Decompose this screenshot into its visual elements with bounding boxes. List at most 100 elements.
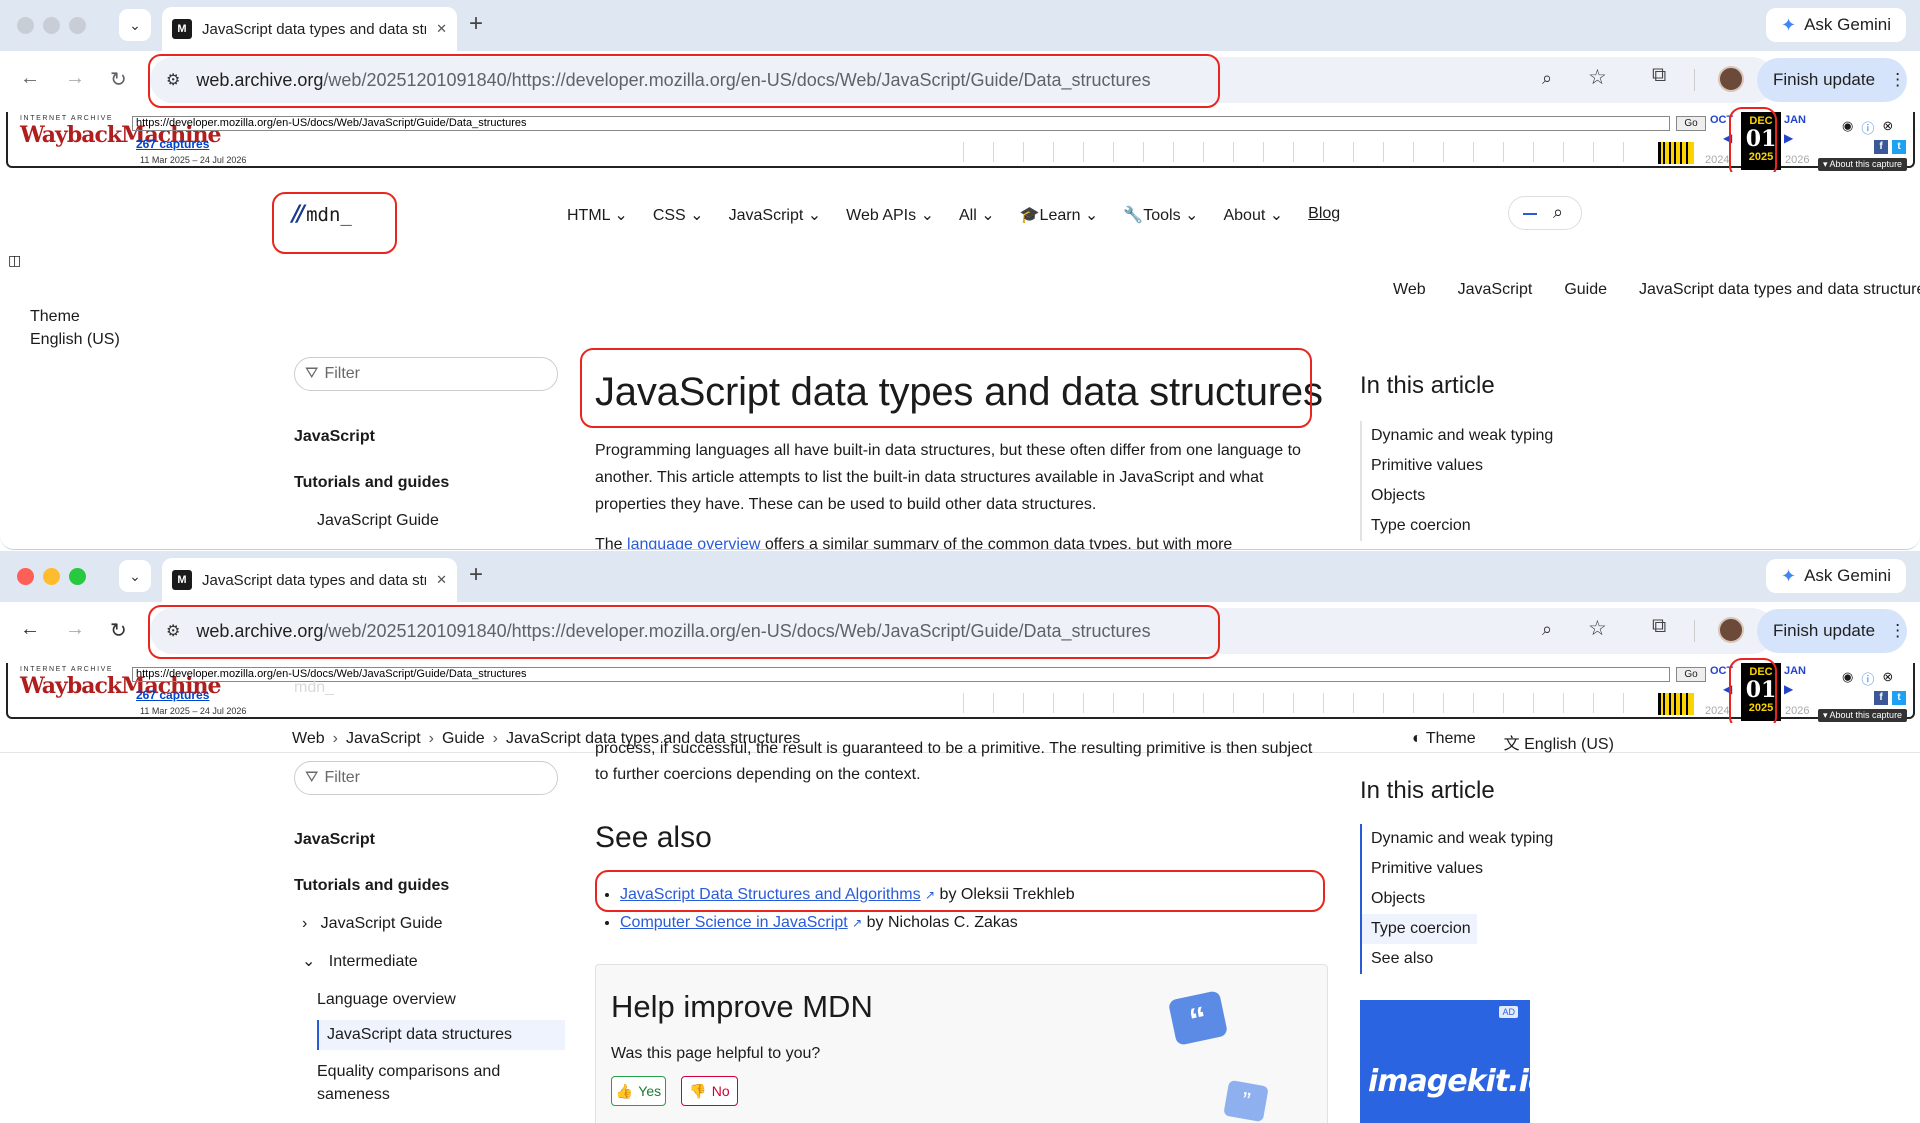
captures-link[interactable]: 267 captures [136, 688, 209, 702]
see-also-link-1[interactable]: JavaScript Data Structures and Algorithm… [620, 886, 921, 903]
breadcrumb-javascript[interactable]: JavaScript [1458, 281, 1533, 299]
forward-arrow-icon[interactable]: → [65, 67, 85, 90]
wayback-go-button[interactable]: Go [1676, 116, 1706, 131]
breadcrumb-current[interactable]: JavaScript data types and data structure… [1639, 281, 1920, 299]
sidebar-section[interactable]: Tutorials and guides [294, 876, 565, 896]
extensions-icon[interactable]: ⧉ [1652, 615, 1666, 638]
toc-item-current[interactable]: Type coercion [1362, 914, 1477, 944]
sidebar-section[interactable]: Tutorials and guides [294, 473, 449, 493]
sidebar-filter-input[interactable]: ⛛ Filter [294, 357, 558, 391]
close-window-button[interactable] [17, 568, 34, 585]
close-icon[interactable]: ⊗ [1882, 669, 1893, 688]
see-also-link-2[interactable]: Computer Science in JavaScript [620, 914, 848, 931]
sidebar-item-data-structures[interactable]: JavaScript data structures [317, 1020, 565, 1050]
toc-item[interactable]: Type coercion [1362, 511, 1560, 541]
twitter-icon[interactable]: t [1892, 691, 1906, 705]
prev-capture-arrow-icon[interactable]: ◀ [1723, 682, 1732, 696]
sidebar-item-guide[interactable]: JavaScript Guide [317, 511, 449, 531]
finish-update-button[interactable]: Finish update ⋮ [1757, 58, 1907, 102]
wayback-logo[interactable]: INTERNET ARCHIVE WaybackMachine [20, 666, 221, 698]
nav-css[interactable]: CSS ⌄ [653, 205, 704, 225]
toc-item[interactable]: Objects [1362, 481, 1560, 511]
capture-sparkline[interactable] [1658, 142, 1694, 164]
theme-switcher[interactable]: ◐ Theme [1412, 730, 1476, 754]
twitter-icon[interactable]: t [1892, 140, 1906, 154]
nav-web-apis[interactable]: Web APIs ⌄ [846, 205, 934, 225]
prev-year[interactable]: 2024 [1705, 154, 1729, 166]
facebook-icon[interactable]: f [1874, 691, 1888, 705]
sidebar-item-guide[interactable]: › JavaScript Guide [302, 914, 565, 934]
new-tab-button[interactable]: + [469, 563, 483, 587]
address-bar[interactable]: ⚙ web.archive.org/web/20251201091840/htt… [150, 608, 1775, 654]
theme-switcher[interactable]: Theme [30, 305, 120, 328]
next-month[interactable]: JAN [1784, 114, 1806, 126]
sidebar-heading[interactable]: JavaScript [294, 830, 565, 850]
prev-month[interactable]: OCT [1710, 665, 1733, 677]
breadcrumb-guide[interactable]: Guide [1564, 281, 1607, 299]
next-capture-arrow-icon[interactable]: ▶ [1784, 131, 1793, 145]
breadcrumb-web[interactable]: Web [292, 730, 325, 748]
language-switcher[interactable]: 文 English (US) [1504, 730, 1614, 754]
feedback-no-button[interactable]: 👎 No [681, 1076, 738, 1106]
minimize-window-button[interactable] [43, 568, 60, 585]
mdn-logo[interactable]: //mdn_ [292, 202, 352, 227]
extensions-icon[interactable]: ⧉ [1652, 64, 1666, 87]
sidebar-heading[interactable]: JavaScript [294, 427, 449, 447]
ad-banner[interactable]: AD imagekit.io [1360, 1000, 1548, 1123]
url-text[interactable]: web.archive.org/web/20251201091840/https… [196, 621, 1150, 642]
close-tab-icon[interactable]: ✕ [436, 21, 447, 37]
address-bar[interactable]: ⚙ web.archive.org/web/20251201091840/htt… [150, 57, 1775, 103]
prev-capture-arrow-icon[interactable]: ◀ [1723, 131, 1732, 145]
ask-gemini-button[interactable]: ✦ Ask Gemini [1766, 8, 1906, 42]
sidebar-item-intermediate[interactable]: ⌄ Intermediate [302, 952, 565, 972]
sidebar-filter-input[interactable]: ⛛ Filter [294, 761, 558, 795]
next-year[interactable]: 2026 [1785, 705, 1809, 717]
sidebar-item-language-overview[interactable]: Language overview [317, 990, 565, 1010]
forward-arrow-icon[interactable]: → [65, 618, 85, 641]
wayback-go-button[interactable]: Go [1676, 667, 1706, 682]
browser-tab[interactable]: M JavaScript data types and data structu… [162, 558, 457, 602]
bookmark-star-icon[interactable]: ☆ [1588, 616, 1607, 641]
next-year[interactable]: 2026 [1785, 154, 1809, 166]
toc-item[interactable]: Primitive values [1362, 451, 1560, 481]
captures-link[interactable]: 267 captures [136, 137, 209, 151]
zoom-window-button[interactable] [69, 568, 86, 585]
about-capture-button[interactable]: ▾ About this capture [1818, 709, 1908, 722]
close-window-button[interactable] [17, 17, 34, 34]
toc-item[interactable]: Dynamic and weak typing [1362, 421, 1560, 451]
zoom-icon[interactable]: ⌕ [1542, 68, 1552, 89]
nav-javascript[interactable]: JavaScript ⌄ [729, 205, 822, 225]
bookmark-star-icon[interactable]: ☆ [1588, 65, 1607, 90]
toc-item[interactable]: Objects [1362, 884, 1560, 914]
nav-learn[interactable]: 🎓Learn ⌄ [1020, 205, 1099, 225]
facebook-icon[interactable]: f [1874, 140, 1888, 154]
language-overview-link[interactable]: language overview [627, 536, 760, 549]
prev-month[interactable]: OCT [1710, 114, 1733, 126]
sidebar-toggle-icon[interactable]: ◫ [8, 252, 21, 269]
breadcrumb-web[interactable]: Web [1393, 281, 1426, 299]
nav-all[interactable]: All ⌄ [959, 205, 995, 225]
tab-search-button[interactable]: ⌄ [119, 560, 151, 592]
back-arrow-icon[interactable]: ← [20, 618, 40, 641]
back-arrow-icon[interactable]: ← [20, 67, 40, 90]
zoom-window-button[interactable] [69, 17, 86, 34]
toc-item[interactable]: Dynamic and weak typing [1362, 824, 1560, 854]
about-capture-button[interactable]: ▾ About this capture [1818, 158, 1908, 171]
wayback-url-input[interactable]: https://developer.mozilla.org/en-US/docs… [132, 667, 1670, 682]
site-info-icon[interactable]: ⚙ [166, 70, 180, 90]
toc-item[interactable]: See also [1362, 944, 1560, 974]
nav-blog[interactable]: Blog [1308, 205, 1340, 225]
browser-tab[interactable]: M JavaScript data types and data structu… [162, 7, 457, 51]
zoom-icon[interactable]: ⌕ [1542, 619, 1552, 640]
nav-tools[interactable]: 🔧Tools ⌄ [1123, 205, 1198, 225]
breadcrumb-guide[interactable]: Guide [442, 730, 485, 748]
finish-update-button[interactable]: Finish update ⋮ [1757, 609, 1907, 653]
ask-gemini-button[interactable]: ✦ Ask Gemini [1766, 559, 1906, 593]
wayback-url-input[interactable]: https://developer.mozilla.org/en-US/docs… [132, 116, 1670, 131]
wayback-logo[interactable]: INTERNET ARCHIVE WaybackMachine [20, 115, 221, 147]
profile-avatar[interactable] [1718, 617, 1744, 643]
site-info-icon[interactable]: ⚙ [166, 621, 180, 641]
user-icon[interactable]: ◉ [1842, 669, 1853, 688]
new-tab-button[interactable]: + [469, 12, 483, 36]
search-button[interactable]: ⌕ [1508, 196, 1582, 230]
